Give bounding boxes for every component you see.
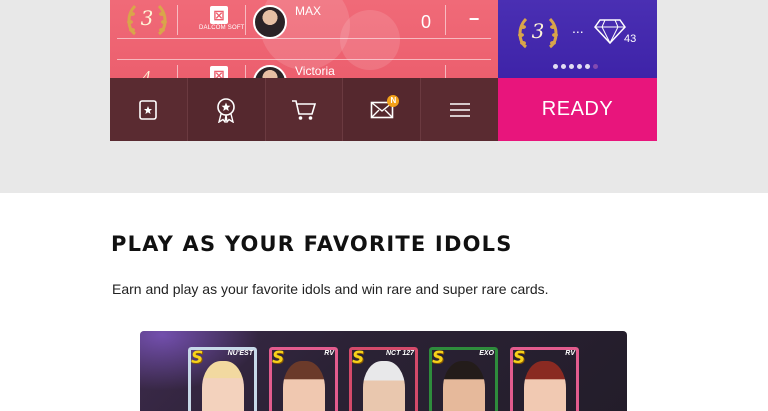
- group-logo: RV: [565, 350, 575, 357]
- cube-icon: ⊠: [210, 6, 228, 24]
- nav-cards[interactable]: [110, 78, 188, 141]
- group-logo: EXO: [479, 350, 494, 357]
- dalcomsoft-logo: ⊠ DALCOM SOFT: [199, 6, 244, 36]
- gem-count: 43: [624, 33, 637, 45]
- page-dot: [585, 64, 590, 69]
- idol-card: S RV: [510, 347, 579, 411]
- ranking-panel: 3 ⊠ DALCOM SOFT MAX 0 − 4 ⊠ Victoria −: [110, 0, 498, 99]
- card-grade: S: [513, 348, 526, 368]
- idol-card: S NU'EST: [188, 347, 257, 411]
- player-name: Victoria: [295, 64, 335, 78]
- card-grade: S: [272, 348, 285, 368]
- player-name: MAX: [295, 4, 322, 18]
- row-divider: [177, 5, 178, 35]
- game-nav-bar: N: [110, 78, 498, 141]
- card-grade: S: [352, 348, 365, 368]
- game-screenshot: 3 ⊠ DALCOM SOFT MAX 0 − 4 ⊠ Victoria −: [110, 0, 657, 141]
- card-grade: S: [191, 348, 204, 368]
- idol-card: S NCT 127: [349, 347, 418, 411]
- row-divider: [245, 5, 246, 35]
- page-dot: [593, 64, 598, 69]
- page-dot: [553, 64, 558, 69]
- page-indicator: [553, 64, 603, 70]
- ranking-row: 3 ⊠ DALCOM SOFT MAX 0 −: [117, 0, 491, 39]
- group-logo: RV: [324, 350, 334, 357]
- ellipsis-text: ...: [572, 20, 584, 36]
- ready-button[interactable]: READY: [498, 78, 657, 141]
- section-description: Earn and play as your favorite idols and…: [112, 281, 549, 297]
- row-divider: [445, 5, 446, 35]
- studio-name: DALCOM SOFT: [199, 25, 244, 31]
- group-logo: NCT 127: [385, 350, 414, 357]
- cards-screenshot: S NU'EST S RV S NCT 127 S EXO S RV: [140, 331, 627, 411]
- section-title: Play as your favorite idols: [111, 232, 513, 256]
- medal-icon: [217, 97, 235, 123]
- menu-icon: [449, 102, 470, 117]
- player-avatar: [253, 5, 287, 39]
- rank-number: 3: [531, 19, 545, 43]
- diamond-icon: [594, 19, 626, 44]
- idol-card: S EXO: [429, 347, 498, 411]
- page-dot: [569, 64, 574, 69]
- idol-card: S RV: [269, 347, 338, 411]
- nav-menu[interactable]: [421, 78, 498, 141]
- studio-name-part: DALCOM: [199, 25, 226, 31]
- cart-icon: [291, 99, 317, 120]
- card-icon: [139, 99, 158, 120]
- nav-shop[interactable]: [265, 78, 344, 141]
- rank-number: 3: [140, 6, 154, 30]
- nav-ranking[interactable]: [187, 78, 266, 141]
- group-logo: NU'EST: [227, 350, 253, 357]
- player-score: 0: [421, 12, 432, 32]
- new-badge: N: [387, 95, 400, 107]
- remove-button[interactable]: −: [467, 10, 481, 28]
- studio-name-part: SOFT: [227, 25, 245, 31]
- page-dot: [577, 64, 582, 69]
- page-dot: [561, 64, 566, 69]
- card-grade: S: [432, 348, 445, 368]
- gem-panel: 3 ... 43: [498, 0, 657, 78]
- nav-mail[interactable]: N: [343, 78, 422, 141]
